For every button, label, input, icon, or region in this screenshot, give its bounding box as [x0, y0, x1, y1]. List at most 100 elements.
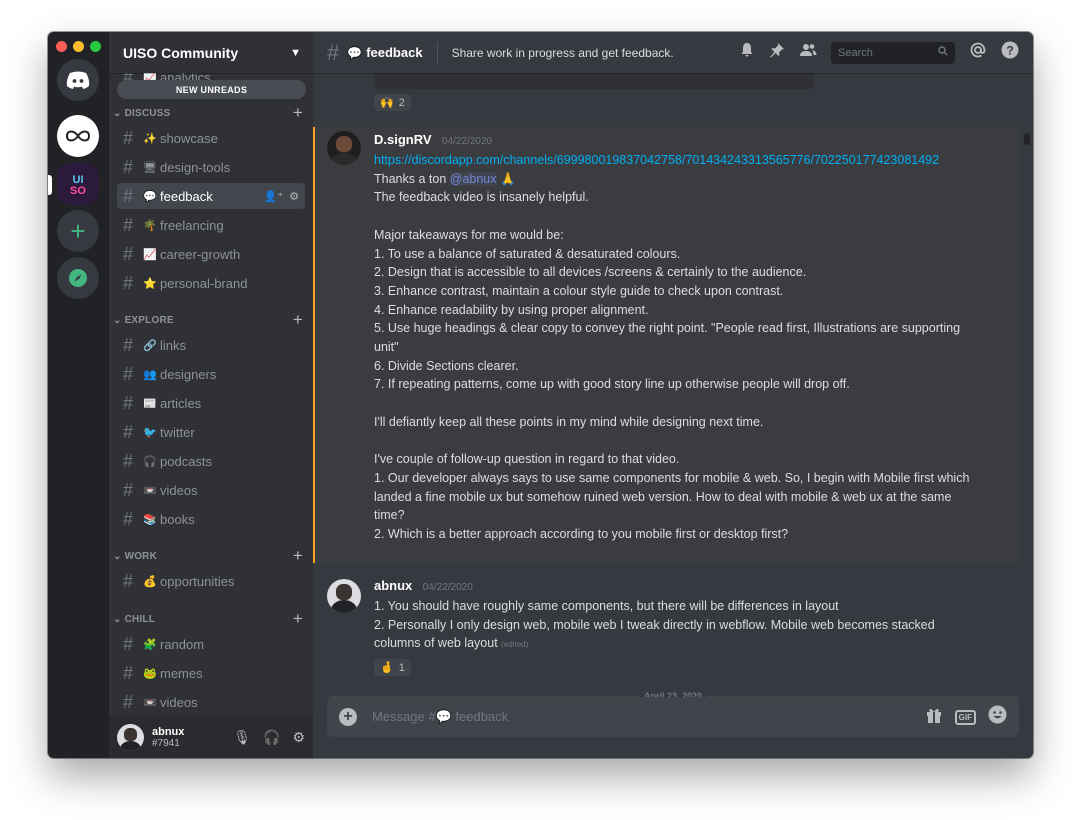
channel-random[interactable]: # 🧩 random	[117, 631, 305, 657]
channel-links[interactable]: # 🔗 links	[117, 332, 305, 358]
followup-item: 2. Which is a better approach according …	[374, 527, 789, 542]
message-link[interactable]: https://discordapp.com/channels/69998001…	[374, 151, 982, 170]
category-chill[interactable]: ⌄ CHILL +	[113, 609, 303, 629]
channel-videos[interactable]: # 📼 videos	[117, 477, 305, 503]
channel-name: opportunities	[160, 573, 235, 589]
channel-name: design-tools	[160, 159, 231, 175]
category-explore[interactable]: ⌄ EXPLORE +	[113, 310, 303, 330]
channel-title: feedback	[366, 45, 423, 60]
channel-career-growth[interactable]: # 📈 career-growth	[117, 241, 305, 267]
server-name: UISO Community	[123, 44, 239, 61]
create-channel-icon[interactable]: +	[293, 609, 303, 629]
user-mention[interactable]: @abnux	[449, 171, 497, 186]
hash-icon: #	[123, 479, 134, 500]
channel-podcasts[interactable]: # 🎧 podcasts	[117, 448, 305, 474]
channel-name: articles	[160, 395, 202, 411]
upload-plus-icon[interactable]: +	[339, 708, 357, 726]
author-avatar[interactable]	[327, 579, 361, 613]
channel-designers[interactable]: # 👥 designers	[117, 361, 305, 387]
emoji-picker-icon[interactable]	[988, 705, 1007, 729]
author-avatar[interactable]	[327, 131, 361, 165]
minimize-window-button[interactable]	[73, 41, 84, 52]
server-rail: UI SO +	[48, 32, 109, 758]
channel-emoji: 📈	[143, 248, 157, 261]
user-avatar[interactable]	[117, 724, 144, 751]
svg-text:SO: SO	[70, 185, 86, 197]
user-panel: abnux #7941 🎙 🎧 ⚙	[109, 717, 313, 758]
channel-memes[interactable]: # 🐸 memes	[117, 660, 305, 686]
home-button[interactable]	[57, 59, 99, 101]
channel-showcase[interactable]: # ✨ showcase	[117, 125, 305, 151]
gear-icon[interactable]: ⚙	[289, 190, 299, 203]
server-header[interactable]: UISO Community ▼	[109, 32, 313, 73]
new-unreads-banner[interactable]: NEW UNREADS	[117, 80, 306, 99]
channel-name: books	[160, 511, 195, 527]
headphones-icon[interactable]: 🎧	[263, 729, 280, 746]
chevron-icon: ⌄	[113, 314, 125, 326]
message-composer[interactable]: + Message #💬 feedback GIF	[327, 697, 1019, 737]
add-server-button[interactable]: +	[57, 210, 99, 252]
channel-emoji: 📼	[143, 484, 157, 497]
create-channel-icon[interactable]: +	[293, 310, 303, 330]
mute-mic-icon[interactable]: 🎙	[233, 729, 251, 746]
channel-emoji: 🧩	[143, 638, 157, 651]
hash-icon: #	[123, 127, 134, 148]
gear-icon[interactable]: ⚙	[292, 729, 305, 746]
infinity-icon	[65, 130, 91, 142]
members-icon[interactable]	[799, 42, 817, 63]
channel-design-tools[interactable]: # 🖥 design-tools	[117, 154, 305, 180]
reaction-count: 2	[398, 96, 405, 109]
gift-icon[interactable]	[925, 706, 943, 729]
channel-name: memes	[160, 665, 203, 681]
channel-emoji: ⭐	[143, 277, 157, 290]
chevron-down-icon[interactable]: ▼	[290, 47, 301, 59]
gif-button[interactable]: GIF	[954, 709, 976, 725]
takeaway-item: 1. To use a balance of saturated & desat…	[374, 246, 681, 261]
channel-emoji: 🌴	[143, 219, 157, 232]
message-timestamp: 04/22/2020	[422, 582, 473, 593]
message-author[interactable]: abnux	[374, 578, 412, 593]
channel-twitter[interactable]: # 🐦 twitter	[117, 419, 305, 445]
username: abnux	[152, 726, 185, 738]
channel-books[interactable]: # 📚 books	[117, 506, 305, 532]
invite-icon[interactable]: 👤⁺	[264, 190, 284, 203]
scrollbar-thumb[interactable]	[1024, 133, 1030, 145]
message-author[interactable]: D.signRV	[374, 132, 432, 147]
hash-icon: #	[123, 185, 134, 206]
channel-header: # 💬 feedback Share work in progress and …	[313, 32, 1033, 73]
channel-freelancing[interactable]: # 🌴 freelancing	[117, 212, 305, 238]
close-window-button[interactable]	[56, 41, 67, 52]
channel-emoji: 📰	[143, 397, 157, 410]
channel-opportunities[interactable]: # 💰 opportunities	[117, 568, 305, 594]
explore-servers-button[interactable]	[57, 257, 99, 299]
create-channel-icon[interactable]: +	[293, 546, 303, 566]
maximize-window-button[interactable]	[90, 41, 101, 52]
server-infinity[interactable]	[57, 115, 99, 157]
message-input[interactable]: Message #💬 feedback	[372, 709, 508, 725]
svg-text:?: ?	[1006, 44, 1013, 58]
message-reaction[interactable]: 🤞 1	[374, 658, 982, 677]
previous-reaction[interactable]: 🙌 2	[374, 93, 411, 111]
channel-videos-chill[interactable]: # 📼 videos	[117, 689, 305, 715]
help-icon[interactable]: ?	[1001, 41, 1019, 64]
category-discuss[interactable]: ⌄ DISCUSS +	[113, 103, 303, 123]
channel-name: videos	[160, 482, 198, 498]
reaction-emoji: 🤞	[380, 662, 394, 675]
create-channel-icon[interactable]: +	[293, 103, 303, 123]
message-abnux: abnux 04/22/2020 1. You should have roug…	[374, 577, 982, 677]
category-work[interactable]: ⌄ WORK +	[113, 546, 303, 566]
channel-emoji: 📼	[143, 696, 157, 709]
channel-articles[interactable]: # 📰 articles	[117, 390, 305, 416]
channel-feedback[interactable]: # 💬 feedback 👤⁺ ⚙	[117, 183, 305, 209]
hash-icon: #	[123, 392, 134, 413]
channel-emoji: 🎧	[143, 455, 157, 468]
pin-icon[interactable]	[769, 42, 785, 63]
search-input[interactable]: Search	[831, 41, 955, 64]
message-timestamp: 04/22/2020	[442, 136, 493, 147]
hash-icon: #	[123, 508, 134, 529]
mentions-icon[interactable]	[969, 41, 987, 64]
bell-icon[interactable]	[739, 42, 755, 63]
server-uiso[interactable]: UI SO	[57, 163, 99, 205]
user-discriminator: #7941	[152, 738, 180, 749]
channel-personal-brand[interactable]: # ⭐ personal-brand	[117, 270, 305, 296]
